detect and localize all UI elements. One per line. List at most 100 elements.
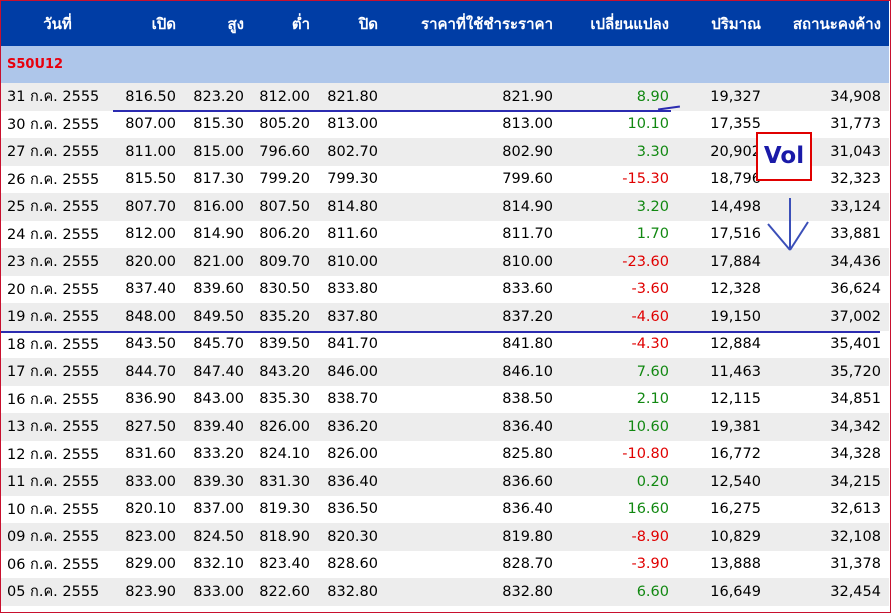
cell-change: 1.70 (561, 220, 677, 248)
table-row: 24 ก.ค. 2555 812.00 814.90 806.20 811.60 811.… (1, 220, 889, 248)
cell-volume: 19,150 (677, 303, 769, 331)
cell-settlement-price: 799.60 (386, 165, 561, 193)
cell-change: 10.60 (561, 413, 677, 441)
cell-close: 836.50 (318, 495, 386, 523)
cell-close: 832.80 (318, 578, 386, 606)
cell-settlement-price: 837.20 (386, 303, 561, 331)
col-header-settlement-price[interactable]: ราคาที่ใช้ชำระราคา (386, 1, 561, 46)
table-row: 25 ก.ค. 2555 807.70 816.00 807.50 814.80 814.… (1, 193, 889, 221)
cell-settlement-price: 802.90 (386, 138, 561, 166)
cell-close: 811.60 (318, 220, 386, 248)
cell-change: -3.60 (561, 275, 677, 303)
cell-change: -4.30 (561, 330, 677, 358)
cell-open: 807.00 (114, 110, 184, 138)
cell-close: 821.80 (318, 83, 386, 111)
cell-close: 802.70 (318, 138, 386, 166)
cell-volume: 12,884 (677, 330, 769, 358)
cell-change: 16.60 (561, 495, 677, 523)
cell-low: 818.90 (252, 523, 318, 551)
col-header-date[interactable]: วันที่ (1, 1, 114, 46)
cell-high: 833.20 (184, 440, 252, 468)
col-header-open-interest[interactable]: สถานะคงค้าง (769, 1, 889, 46)
cell-open: 848.00 (114, 303, 184, 331)
table-row: 10 ก.ค. 2555 820.10 837.00 819.30 836.50 836.… (1, 495, 889, 523)
cell-high: 814.90 (184, 220, 252, 248)
cell-low: 809.70 (252, 248, 318, 276)
cell-volume: 12,540 (677, 468, 769, 496)
cell-high: 839.60 (184, 275, 252, 303)
cell-high: 849.50 (184, 303, 252, 331)
cell-change: 6.60 (561, 578, 677, 606)
cell-open-interest: 34,215 (769, 468, 889, 496)
cell-close: 846.00 (318, 358, 386, 386)
cell-open: 833.00 (114, 468, 184, 496)
cell-settlement-price: 833.60 (386, 275, 561, 303)
cell-high: 847.40 (184, 358, 252, 386)
cell-open-interest: 34,908 (769, 83, 889, 111)
col-header-close[interactable]: ปิด (318, 1, 386, 46)
cell-open-interest: 35,720 (769, 358, 889, 386)
cell-open: 843.50 (114, 330, 184, 358)
cell-date: 16 ก.ค. 2555 (1, 385, 114, 413)
table-row: 31 ก.ค. 2555 816.50 823.20 812.00 821.80 821.… (1, 83, 889, 111)
cell-date: 13 ก.ค. 2555 (1, 413, 114, 441)
table-row: 13 ก.ค. 2555 827.50 839.40 826.00 836.20 836.… (1, 413, 889, 441)
cell-open-interest: 35,401 (769, 330, 889, 358)
marker-line-lower (1, 331, 880, 333)
cell-low: 822.60 (252, 578, 318, 606)
col-header-open[interactable]: เปิด (114, 1, 184, 46)
cell-high: 815.30 (184, 110, 252, 138)
table-row: 20 ก.ค. 2555 837.40 839.60 830.50 833.80 833.… (1, 275, 889, 303)
cell-open-interest: 37,002 (769, 303, 889, 331)
table-row: 23 ก.ค. 2555 820.00 821.00 809.70 810.00 810.… (1, 248, 889, 276)
cell-low: 830.50 (252, 275, 318, 303)
cell-open: 820.00 (114, 248, 184, 276)
cell-close: 813.00 (318, 110, 386, 138)
table-row: 12 ก.ค. 2555 831.60 833.20 824.10 826.00 825.… (1, 440, 889, 468)
cell-close: 836.20 (318, 413, 386, 441)
cell-volume: 16,275 (677, 495, 769, 523)
cell-low: 835.20 (252, 303, 318, 331)
cell-date: 06 ก.ค. 2555 (1, 550, 114, 578)
cell-volume: 14,498 (677, 193, 769, 221)
cell-date: 25 ก.ค. 2555 (1, 193, 114, 221)
cell-date: 09 ก.ค. 2555 (1, 523, 114, 551)
cell-volume: 16,772 (677, 440, 769, 468)
cell-high: 824.50 (184, 523, 252, 551)
down-arrow-icon (767, 198, 809, 251)
col-header-high[interactable]: สูง (184, 1, 252, 46)
cell-change: 3.20 (561, 193, 677, 221)
header-row: วันที่ เปิด สูง ต่ำ ปิด ราคาที่ใช้ชำระรา… (1, 1, 889, 46)
cell-volume: 12,328 (677, 275, 769, 303)
cell-high: 816.00 (184, 193, 252, 221)
marker-line-upper (113, 110, 671, 112)
cell-volume: 16,649 (677, 578, 769, 606)
cell-settlement-price: 811.70 (386, 220, 561, 248)
col-header-low[interactable]: ต่ำ (252, 1, 318, 46)
table-row: 17 ก.ค. 2555 844.70 847.40 843.20 846.00 846.… (1, 358, 889, 386)
cell-low: 819.30 (252, 495, 318, 523)
cell-settlement-price: 814.90 (386, 193, 561, 221)
cell-volume: 10,829 (677, 523, 769, 551)
cell-change: -23.60 (561, 248, 677, 276)
col-header-volume[interactable]: ปริมาณ (677, 1, 769, 46)
cell-low: 812.00 (252, 83, 318, 111)
cell-close: 814.80 (318, 193, 386, 221)
cell-open: 815.50 (114, 165, 184, 193)
cell-change: -8.90 (561, 523, 677, 551)
futures-price-table: วันที่ เปิด สูง ต่ำ ปิด ราคาที่ใช้ชำระรา… (1, 1, 889, 606)
vol-annotation: Vol (756, 132, 812, 181)
cell-low: 831.30 (252, 468, 318, 496)
table-row: 11 ก.ค. 2555 833.00 839.30 831.30 836.40 836.… (1, 468, 889, 496)
cell-low: 839.50 (252, 330, 318, 358)
cell-date: 19 ก.ค. 2555 (1, 303, 114, 331)
series-row: S50U12 (1, 46, 889, 83)
cell-high: 843.00 (184, 385, 252, 413)
cell-open-interest: 32,108 (769, 523, 889, 551)
cell-change: 0.20 (561, 468, 677, 496)
col-header-change[interactable]: เปลี่ยนแปลง (561, 1, 677, 46)
table-row: 05 ก.ค. 2555 823.90 833.00 822.60 832.80 832.… (1, 578, 889, 606)
cell-open: 823.90 (114, 578, 184, 606)
cell-settlement-price: 825.80 (386, 440, 561, 468)
cell-open-interest: 32,454 (769, 578, 889, 606)
